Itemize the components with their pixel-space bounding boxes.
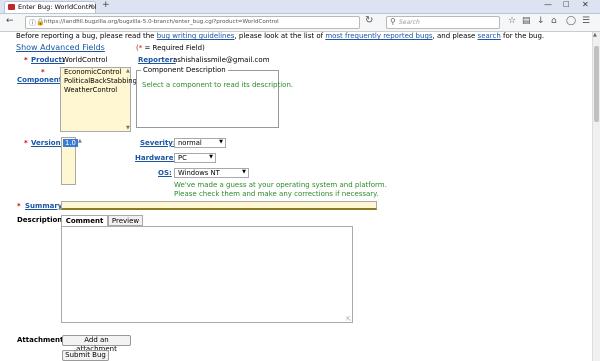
maximize-icon[interactable]: □ [563,0,570,8]
component-label[interactable]: Component: [17,76,65,84]
search-link[interactable]: search [478,32,501,40]
os-label[interactable]: OS: [158,169,172,177]
window-close-icon[interactable]: ✕ [582,0,589,9]
scroll-up-icon[interactable]: ▲ [78,138,82,144]
intro-text-part: , and please [432,32,478,40]
info-icon[interactable]: ⓘ [29,18,36,28]
hardware-label[interactable]: Hardware: [135,154,176,162]
required-star: * [24,56,28,64]
severity-select[interactable]: normal ▼ [174,138,226,148]
page-scrollbar[interactable]: ▲ [592,32,600,361]
version-option-selected[interactable]: 1.0 [63,139,78,147]
navigation-bar: ← ⓘ 🔒 https://landfill.bugzilla.org/bugz… [0,14,600,32]
attachment-label: Attachment: [17,336,67,344]
description-textarea[interactable]: ⇱ [61,226,353,323]
product-value: WorldControl [62,56,108,64]
required-star: * [17,202,21,210]
required-field-note: (* = Required Field) [136,44,205,52]
scroll-down-icon[interactable]: ▼ [126,125,130,131]
summary-input[interactable] [61,201,377,210]
component-description-legend: Component Description [141,66,228,74]
version-label[interactable]: Version: [31,139,63,147]
component-option[interactable]: WeatherControl [61,86,130,95]
reload-icon[interactable]: ↻ [365,15,373,26]
pocket-icon[interactable]: ◯ [566,16,576,26]
new-tab-button[interactable]: + [102,0,110,10]
scroll-thumb[interactable] [594,46,599,122]
add-attachment-button[interactable]: Add an attachment [62,335,131,353]
menu-icon[interactable]: ☰ [582,16,590,26]
star-icon[interactable]: ☆ [508,16,516,26]
note-text: = Required Field) [142,44,205,52]
search-icon: ⚲ [390,17,396,26]
hardware-value: PC [178,154,187,162]
browser-tab[interactable]: Enter Bug: WorldControl × [4,1,97,13]
show-advanced-fields-link[interactable]: Show Advanced Fields [16,43,105,52]
back-icon[interactable]: ← [6,16,14,26]
component-listbox[interactable]: EconomicControl PoliticalBackStabbing We… [60,67,137,132]
search-bar[interactable]: ⚲ Search [386,16,500,29]
version-listbox[interactable]: 1.0 ▲ [61,137,82,185]
scroll-up-icon[interactable]: ▲ [593,32,597,38]
component-description-text: Select a component to read its descripti… [142,81,294,89]
intro-text-part: for the bug. [500,32,545,40]
intro-text: Before reporting a bug, please read the … [16,32,544,40]
component-option[interactable]: PoliticalBackStabbing [61,77,137,86]
tab-preview[interactable]: Preview [108,215,143,226]
tab-close-icon[interactable]: × [88,2,94,10]
intro-text-part: Before reporting a bug, please read the [16,32,157,40]
submit-bug-button[interactable]: Submit Bug [62,350,109,361]
chevron-down-icon: ▼ [242,169,246,175]
scroll-up-icon[interactable]: ▲ [126,68,130,74]
os-select[interactable]: Windows NT ▼ [174,168,249,178]
download-icon[interactable]: ↓ [537,16,545,26]
reporter-label[interactable]: Reporter: [138,56,176,64]
reading-list-icon[interactable]: ▤ [522,16,531,26]
title-bar: Enter Bug: WorldControl × + — □ ✕ [0,0,600,14]
url-bar[interactable]: ⓘ 🔒 https://landfill.bugzilla.org/bugzil… [25,16,360,29]
tab-title: Enter Bug: WorldControl [18,3,97,11]
chevron-down-icon: ▼ [209,154,213,160]
os-guess-note: We've made a guess at your operating sys… [174,181,387,198]
component-description-box: Component Description Select a component… [136,66,293,128]
description-label: Description: [17,216,66,224]
severity-label[interactable]: Severity: [140,139,176,147]
home-icon[interactable]: ⌂ [551,16,557,26]
required-star: * [24,139,28,147]
frequent-bugs-link[interactable]: most frequently reported bugs [325,32,432,40]
intro-text-part: , please look at the list of [234,32,326,40]
os-value: Windows NT [178,169,220,177]
bug-writing-guidelines-link[interactable]: bug writing guidelines [157,32,235,40]
minimize-icon[interactable]: — [544,0,552,9]
product-label[interactable]: Product: [31,56,65,64]
required-star: * [41,68,45,76]
url-text[interactable]: https://landfill.bugzilla.org/bugzilla-5… [44,19,279,25]
summary-label[interactable]: Summary: [25,202,65,210]
tab-comment[interactable]: Comment [61,215,108,226]
search-input[interactable]: Search [399,19,420,26]
component-option[interactable]: EconomicControl [61,68,130,77]
chevron-down-icon: ▼ [219,139,223,145]
resize-handle-icon[interactable]: ⇱ [346,316,351,323]
reporter-value: ashishalissmile@gmail.com [173,56,270,64]
hardware-select[interactable]: PC ▼ [174,153,216,163]
severity-value: normal [178,139,202,147]
bugzilla-favicon-icon [8,4,15,10]
